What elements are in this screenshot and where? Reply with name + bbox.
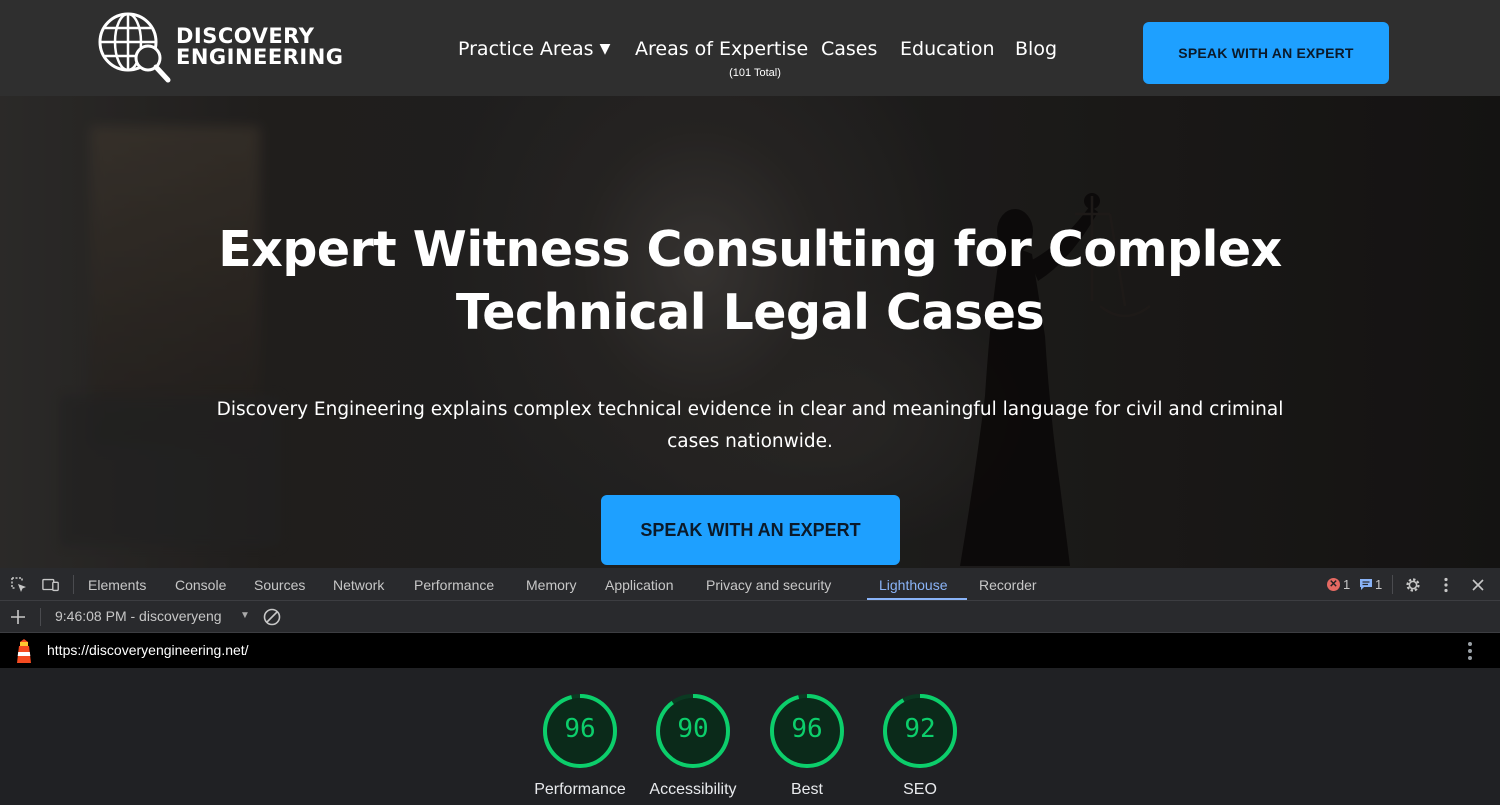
lighthouse-scores: 96 Performance 90 Accessibility 96 Best 92 SEO — [0, 668, 1500, 805]
score-label-performance[interactable]: Performance — [515, 781, 645, 799]
tab-elements[interactable]: Elements — [88, 577, 146, 593]
report-url-bar: https://discoveryengineering.net/ — [0, 633, 1500, 668]
nav-education[interactable]: Education — [900, 38, 995, 60]
devtools-panel: Elements Console Sources Network Perform… — [0, 568, 1500, 805]
lighthouse-logo-icon — [17, 639, 31, 663]
score-value-seo: 92 — [904, 714, 936, 744]
tab-lighthouse[interactable]: Lighthouse — [879, 577, 948, 593]
score-value-best: 96 — [791, 714, 823, 744]
nav-blog[interactable]: Blog — [1015, 38, 1057, 60]
new-report-plus-icon[interactable] — [10, 609, 26, 625]
nav-practice-areas-label: Practice Areas — [458, 38, 594, 60]
tab-sources[interactable]: Sources — [254, 577, 305, 593]
active-tab-indicator — [867, 598, 967, 600]
clear-reports-icon[interactable] — [263, 608, 281, 626]
website-viewport: DISCOVERY ENGINEERING Practice Areas ▼ Ar… — [0, 0, 1500, 568]
more-options-icon[interactable] — [1437, 576, 1455, 594]
site-logo[interactable]: DISCOVERY ENGINEERING — [98, 10, 343, 84]
nav-cases[interactable]: Cases — [821, 38, 877, 60]
hero-speak-with-expert-button[interactable]: SPEAK WITH AN EXPERT — [601, 495, 900, 565]
tab-recorder[interactable]: Recorder — [979, 577, 1037, 593]
nav-practice-areas[interactable]: Practice Areas ▼ — [458, 38, 610, 60]
score-value-performance: 96 — [564, 714, 596, 744]
logo-line-2: ENGINEERING — [176, 45, 344, 69]
globe-magnifier-icon — [98, 12, 171, 83]
report-dropdown-caret-icon[interactable]: ▼ — [240, 610, 250, 621]
hero-heading-line-1: Expert Witness Consulting for Complex — [218, 221, 1282, 278]
error-icon[interactable]: ✕ — [1327, 578, 1340, 591]
score-value-accessibility: 90 — [677, 714, 709, 744]
score-gauge-best[interactable]: 96 — [768, 692, 846, 770]
score-gauge-performance[interactable]: 96 — [541, 692, 619, 770]
message-count[interactable]: 1 — [1375, 577, 1382, 592]
score-label-seo[interactable]: SEO — [855, 781, 985, 799]
tab-bar-divider — [73, 575, 74, 594]
logo-line-1: DISCOVERY — [176, 24, 315, 48]
nav-areas-of-expertise-label: Areas of Expertise — [635, 38, 809, 60]
message-icon[interactable] — [1359, 578, 1373, 591]
settings-gear-icon[interactable] — [1404, 576, 1422, 594]
hero-section: Expert Witness Consulting for Complex Te… — [0, 96, 1500, 568]
hero-description-line-2: cases nationwide. — [667, 431, 833, 452]
tab-console[interactable]: Console — [175, 577, 226, 593]
logo-wordmark: DISCOVERY ENGINEERING — [176, 26, 344, 68]
tab-network[interactable]: Network — [333, 577, 384, 593]
report-menu-icon[interactable] — [1467, 642, 1473, 660]
score-gauge-seo[interactable]: 92 — [881, 692, 959, 770]
expertise-total-count: (101 Total) — [729, 67, 781, 79]
inspect-element-icon[interactable] — [10, 576, 28, 594]
hero-description-line-1: Discovery Engineering explains complex t… — [216, 399, 1284, 420]
site-header: DISCOVERY ENGINEERING Practice Areas ▼ Ar… — [0, 0, 1500, 96]
lighthouse-toolbar: 9:46:08 PM - discoveryeng ▼ — [0, 601, 1500, 633]
tab-application[interactable]: Application — [605, 577, 674, 593]
device-toolbar-icon[interactable] — [42, 576, 60, 594]
report-selector[interactable]: 9:46:08 PM - discoveryeng — [55, 608, 222, 624]
score-gauge-accessibility[interactable]: 90 — [654, 692, 732, 770]
hero-heading-line-2: Technical Legal Cases — [455, 284, 1045, 341]
hero-description: Discovery Engineering explains complex t… — [190, 394, 1310, 458]
close-devtools-icon[interactable] — [1469, 576, 1487, 594]
tab-privacy-and-security[interactable]: Privacy and security — [706, 577, 831, 593]
error-count[interactable]: 1 — [1343, 577, 1350, 592]
hero-heading: Expert Witness Consulting for Complex Te… — [150, 218, 1350, 344]
tab-performance[interactable]: Performance — [414, 577, 494, 593]
tab-bar-divider-right — [1392, 575, 1393, 594]
nav-areas-of-expertise[interactable]: Areas of Expertise — [635, 38, 808, 60]
header-speak-with-expert-button[interactable]: SPEAK WITH AN EXPERT — [1143, 22, 1389, 84]
caret-down-icon: ▼ — [599, 41, 611, 57]
score-label-best[interactable]: Best — [742, 781, 872, 799]
toolbar-divider — [40, 608, 41, 626]
report-url: https://discoveryengineering.net/ — [47, 642, 249, 658]
tab-memory[interactable]: Memory — [526, 577, 577, 593]
devtools-tab-bar: Elements Console Sources Network Perform… — [0, 568, 1500, 601]
score-label-accessibility[interactable]: Accessibility — [628, 781, 758, 799]
